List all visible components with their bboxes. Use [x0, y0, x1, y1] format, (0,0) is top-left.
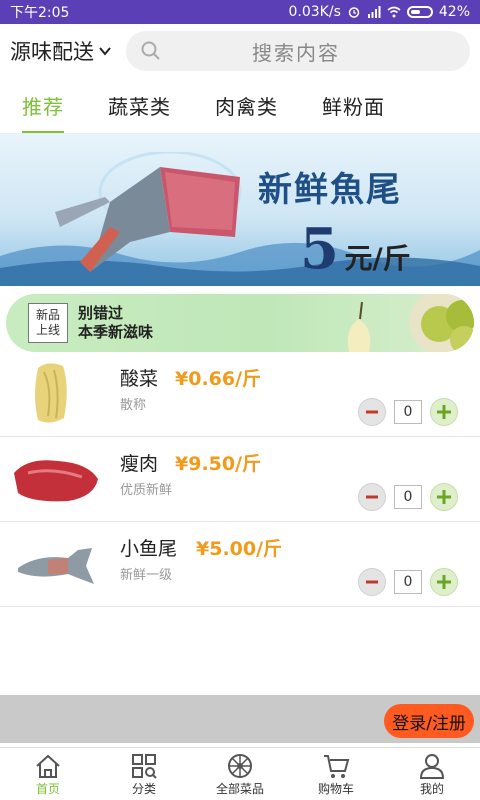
- cart-icon: [324, 754, 350, 778]
- fish-tail-image: [55, 152, 242, 272]
- product-list: 酸菜 ¥0.66/斤 散称 0 瘦肉 ¥9.50/斤 优质新鲜 0 小鱼尾 ¥5…: [0, 352, 480, 607]
- plus-icon: [437, 490, 451, 504]
- minus-icon: [366, 495, 378, 499]
- banner-price-number: 5: [300, 216, 339, 282]
- tab-vegetables[interactable]: 蔬菜类: [86, 78, 193, 133]
- nav-category[interactable]: 分类: [104, 752, 184, 797]
- signal-icon: [367, 6, 381, 18]
- banner-price-unit: 元/斤: [344, 242, 411, 275]
- product-image-meat: [14, 460, 98, 502]
- pears-image: [347, 294, 474, 352]
- product-desc: 优质新鲜: [120, 483, 173, 498]
- plus-icon: [437, 405, 451, 419]
- top-header: 源味配送 搜索内容: [0, 24, 480, 78]
- home-icon: [36, 754, 60, 778]
- network-speed: 0.03K/s: [288, 4, 341, 20]
- product-desc: 新鲜一级: [120, 568, 173, 583]
- search-icon: [141, 41, 160, 60]
- decrease-button[interactable]: [358, 398, 386, 426]
- battery-icon: [406, 6, 433, 18]
- quantity-field[interactable]: 0: [394, 400, 422, 424]
- product-price: ¥9.50/斤: [175, 453, 262, 475]
- nav-all-dishes[interactable]: 全部菜品: [200, 752, 280, 797]
- grid-icon: [132, 753, 157, 779]
- quantity-stepper: 0: [358, 483, 458, 511]
- product-desc: 散称: [120, 398, 147, 413]
- nav-home[interactable]: 首页: [8, 752, 88, 797]
- new-arrivals-strip[interactable]: 新品 上线 别错过 本季新滋味: [6, 294, 474, 352]
- quantity-field[interactable]: 0: [394, 485, 422, 509]
- tab-fresh-noodles[interactable]: 鲜粉面: [300, 78, 407, 133]
- bottom-nav: 首页 分类 全部菜品 购物车 我的: [0, 747, 480, 800]
- nav-mine[interactable]: 我的: [392, 752, 472, 797]
- product-name: 小鱼尾: [120, 538, 178, 560]
- user-icon: [419, 753, 445, 779]
- plus-icon: [437, 575, 451, 589]
- increase-button[interactable]: [430, 483, 458, 511]
- nav-cart[interactable]: 购物车: [296, 752, 376, 797]
- product-name: 酸菜: [120, 368, 159, 390]
- product-image-fish: [18, 548, 94, 584]
- wifi-icon: [387, 6, 401, 18]
- status-time: 下午2:05: [10, 5, 70, 21]
- status-bar: 下午2:05 0.03K/s 42%: [0, 0, 480, 24]
- new-badge: 新品 上线: [28, 303, 68, 343]
- product-name: 瘦肉: [120, 453, 159, 475]
- increase-button[interactable]: [430, 398, 458, 426]
- minus-icon: [366, 410, 378, 414]
- alarm-icon: [348, 7, 360, 18]
- tab-recommend[interactable]: 推荐: [0, 78, 86, 133]
- product-image-cabbage: [35, 363, 67, 423]
- minus-icon: [366, 580, 378, 584]
- quantity-stepper: 0: [358, 398, 458, 426]
- product-row[interactable]: 酸菜 ¥0.66/斤 散称 0: [0, 352, 480, 437]
- login-register-button[interactable]: 登录/注册: [384, 704, 474, 738]
- wheel-icon: [228, 753, 252, 778]
- banner-price: 5 元/斤: [300, 216, 411, 282]
- product-price: ¥0.66/斤: [175, 368, 262, 390]
- increase-button[interactable]: [430, 568, 458, 596]
- banner-title: 新鲜魚尾: [258, 170, 402, 210]
- decrease-button[interactable]: [358, 483, 386, 511]
- battery-level: 42%: [438, 4, 470, 20]
- product-row[interactable]: 瘦肉 ¥9.50/斤 优质新鲜 0: [0, 437, 480, 522]
- search-placeholder: 搜索内容: [252, 40, 340, 65]
- chevron-down-icon: [99, 47, 111, 56]
- product-row[interactable]: 小鱼尾 ¥5.00/斤 新鲜一级 0: [0, 522, 480, 607]
- product-price: ¥5.00/斤: [196, 538, 283, 560]
- location-label: 源味配送: [10, 40, 94, 64]
- quantity-field[interactable]: 0: [394, 570, 422, 594]
- decrease-button[interactable]: [358, 568, 386, 596]
- quantity-stepper: 0: [358, 568, 458, 596]
- tab-meat-poultry[interactable]: 肉禽类: [193, 78, 300, 133]
- category-tabs: 推荐 蔬菜类 肉禽类 鲜粉面: [0, 78, 480, 134]
- status-icons: 0.03K/s 42%: [289, 4, 471, 20]
- promo-text: 别错过 本季新滋味: [78, 304, 154, 341]
- location-selector[interactable]: 源味配送: [10, 36, 112, 66]
- promo-banner[interactable]: 新鲜魚尾 5 元/斤: [0, 134, 480, 286]
- search-input[interactable]: 搜索内容: [126, 31, 470, 71]
